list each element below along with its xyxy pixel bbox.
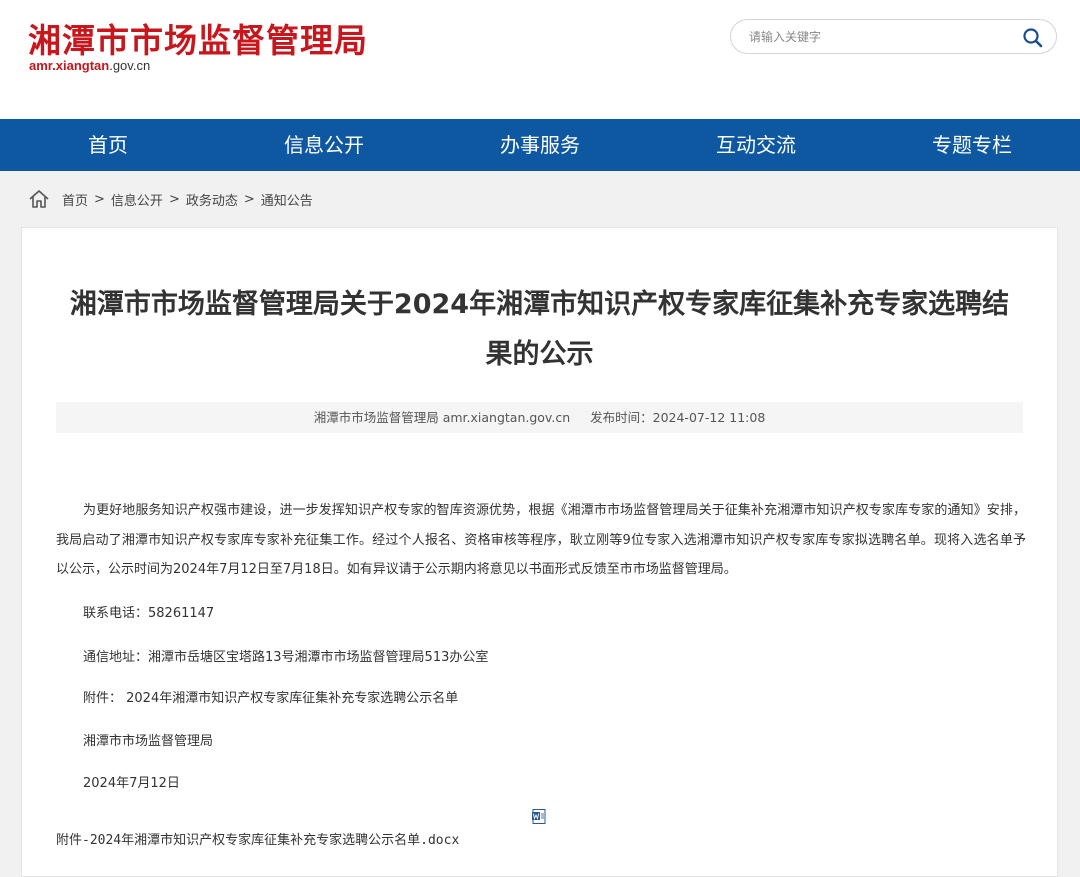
nav-item-interaction[interactable]: 互动交流: [648, 119, 864, 171]
nav-item-special-topics[interactable]: 专题专栏: [864, 119, 1080, 171]
nav-item-services[interactable]: 办事服务: [432, 119, 648, 171]
contact-phone: 联系电话：58261147: [83, 606, 215, 621]
signature: 湘潭市市场监督管理局: [83, 734, 214, 749]
signature-date: 2024年7月12日: [83, 776, 180, 791]
article-title: 湘潭市市场监督管理局关于2024年湘潭市知识产权专家库征集补充专家选聘结果的公示: [69, 289, 1010, 370]
word-doc-icon[interactable]: [532, 809, 546, 824]
search-icon[interactable]: [1022, 27, 1044, 49]
breadcrumb-gov-news[interactable]: 政务动态: [186, 190, 238, 209]
breadcrumb-separator: >: [94, 191, 105, 207]
article-panel: 湘潭市市场监督管理局关于2024年湘潭市知识产权专家库征集补充专家选聘结果的公示…: [21, 227, 1058, 877]
breadcrumb-info-disclosure[interactable]: 信息公开: [111, 190, 163, 209]
search-box: [730, 19, 1057, 54]
domain-suffix: .gov.cn: [109, 58, 151, 73]
search-input[interactable]: [749, 28, 1009, 46]
breadcrumb-notices[interactable]: 通知公告: [261, 190, 313, 209]
site-domain[interactable]: amr.xiangtan.gov.cn: [29, 58, 150, 73]
article-meta: 湘潭市市场监督管理局 amr.xiangtan.gov.cn 发布时间：2024-…: [56, 402, 1023, 433]
site-header: 湘潭市市场监督管理局 amr.xiangtan.gov.cn: [0, 0, 1080, 119]
attachment-download-link[interactable]: 附件-2024年湘潭市知识产权专家库征集补充专家选聘公示名单.docx: [56, 829, 459, 848]
attachment-line: 附件： 2024年湘潭市知识产权专家库征集补充专家选聘公示名单: [83, 691, 459, 706]
article-body: 为更好地服务知识产权强市建设，进一步发挥知识产权专家的智库资源优势，根据《湘潭市…: [56, 503, 1026, 577]
contact-address: 通信地址：湘潭市岳塘区宝塔路13号湘潭市市场监督管理局513办公室: [83, 650, 489, 665]
domain-main: xiangtan: [55, 58, 110, 73]
breadcrumb: 首页 > 信息公开 > 政务动态 > 通知公告: [28, 187, 313, 211]
breadcrumb-separator: >: [243, 191, 255, 207]
breadcrumb-separator: >: [168, 191, 180, 207]
home-icon[interactable]: [28, 188, 50, 210]
nav-item-home[interactable]: 首页: [0, 119, 216, 171]
nav-item-info-disclosure[interactable]: 信息公开: [216, 119, 432, 171]
breadcrumb-home[interactable]: 首页: [62, 190, 88, 209]
article-publish-time: 发布时间：2024-07-12 11:08: [590, 410, 766, 425]
domain-prefix: amr.: [29, 58, 56, 73]
article-source: 湘潭市市场监督管理局 amr.xiangtan.gov.cn: [313, 410, 571, 425]
site-title[interactable]: 湘潭市市场监督管理局: [28, 14, 368, 62]
main-nav: 首页 信息公开 办事服务 互动交流 专题专栏: [0, 119, 1080, 171]
